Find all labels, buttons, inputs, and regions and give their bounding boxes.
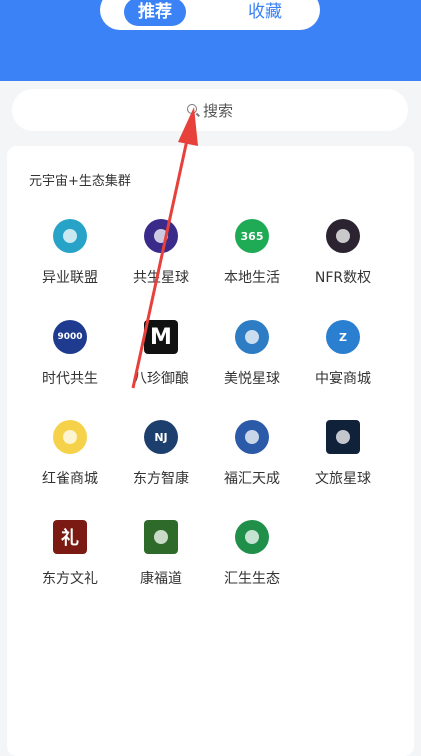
logo-core	[245, 330, 259, 344]
search-placeholder: 搜索	[202, 101, 233, 120]
tab-switcher: 推荐 收藏	[100, 0, 320, 30]
logo-core	[63, 430, 77, 444]
app-label: 美悦星球	[224, 371, 280, 387]
tab-recommend[interactable]: 推荐	[124, 0, 186, 26]
app-label: 八珍御酿	[133, 371, 189, 387]
app-label: 中宴商城	[315, 371, 371, 387]
logo-mark: Z	[339, 330, 347, 344]
app-item[interactable]: NFR数权	[298, 219, 388, 287]
li-logo-icon: 礼	[53, 520, 87, 554]
logo-mark: 9000	[57, 332, 83, 342]
swirl-logo-icon	[53, 219, 87, 253]
logo-mark: 365	[240, 229, 264, 243]
logo-core	[63, 229, 77, 243]
redbird-logo-icon	[53, 420, 87, 454]
emblem-logo-icon	[144, 520, 178, 554]
app-item[interactable]: NJ 东方智康	[116, 420, 206, 488]
app-label: NFR数权	[314, 270, 372, 286]
tab-favorites[interactable]: 收藏	[230, 0, 300, 26]
app-item[interactable]: Z 中宴商城	[298, 320, 388, 388]
search-bar[interactable]: 搜索	[12, 89, 408, 131]
logo-core	[154, 229, 168, 243]
app-label: 汇生生态	[224, 571, 280, 587]
m-logo-icon: M	[144, 320, 178, 354]
logo-core	[336, 430, 350, 444]
365-logo-icon: 365	[235, 219, 269, 253]
leaf-logo-icon	[235, 520, 269, 554]
app-label: 康福道	[140, 571, 182, 587]
star-logo-icon	[326, 420, 360, 454]
app-label: 福汇天成	[224, 471, 280, 487]
z-logo-icon: Z	[326, 320, 360, 354]
app-item[interactable]: 康福道	[116, 520, 206, 588]
app-item[interactable]: 9000 时代共生	[25, 320, 115, 388]
logo-core	[154, 530, 168, 544]
globe-logo-icon	[235, 420, 269, 454]
planet-logo-icon	[144, 219, 178, 253]
app-label: 本地生活	[224, 270, 280, 286]
app-item[interactable]: 365 本地生活	[207, 219, 297, 287]
search-icon	[186, 104, 197, 114]
app-item[interactable]: 福汇天成	[207, 420, 297, 488]
logo-mark: NJ	[154, 430, 168, 444]
app-cluster-card: 元宇宙+生态集群 异业联盟 共生星球 365 本地生活 NFR数权 9000 时代共生 M 八珍…	[7, 146, 414, 756]
app-item[interactable]: 美悦星球	[207, 320, 297, 388]
bird-logo-icon	[235, 320, 269, 354]
app-item[interactable]: 文旅星球	[298, 420, 388, 488]
app-label: 时代共生	[42, 371, 98, 387]
app-item[interactable]: 红雀商城	[25, 420, 115, 488]
app-item[interactable]: 异业联盟	[25, 219, 115, 287]
app-label: 红雀商城	[42, 471, 98, 487]
header-bar: 推荐 收藏	[0, 0, 421, 81]
app-label: 共生星球	[133, 270, 189, 286]
logo-mark: 礼	[61, 528, 79, 549]
logo-core	[245, 430, 259, 444]
logo-mark: M	[150, 324, 172, 350]
app-item[interactable]: 礼东方文礼	[25, 520, 115, 588]
app-item[interactable]: 汇生生态	[207, 520, 297, 588]
app-label: 异业联盟	[42, 270, 98, 286]
section-title: 元宇宙+生态集群	[29, 174, 131, 189]
logo-core	[245, 530, 259, 544]
9000-logo-icon: 9000	[53, 320, 87, 354]
app-label: 东方文礼	[42, 571, 98, 587]
logo-core	[336, 229, 350, 243]
app-label: 文旅星球	[315, 471, 371, 487]
nj-logo-icon: NJ	[144, 420, 178, 454]
app-item[interactable]: M 八珍御酿	[116, 320, 206, 388]
app-item[interactable]: 共生星球	[116, 219, 206, 287]
nfr-logo-icon	[326, 219, 360, 253]
app-label: 东方智康	[133, 471, 189, 487]
